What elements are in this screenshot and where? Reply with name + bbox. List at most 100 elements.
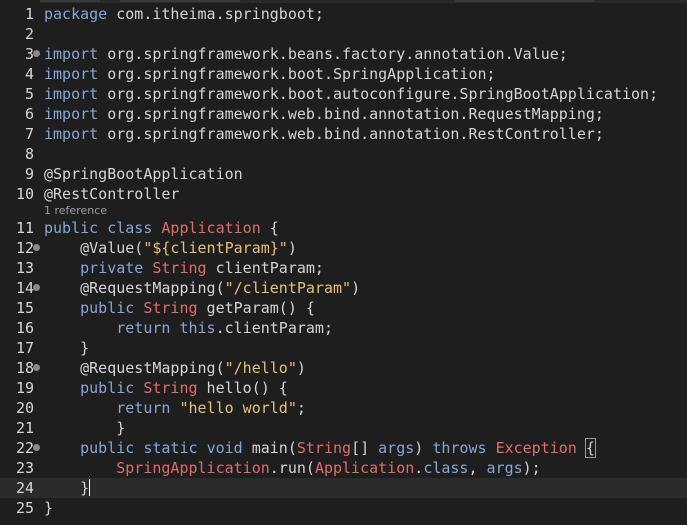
code-line-text: package com.itheima.springboot;: [44, 4, 324, 24]
code-token-plain: .clientParam;: [215, 319, 333, 337]
code-token-plain: {: [260, 219, 279, 237]
code-token-str: "/clientParam": [224, 279, 352, 297]
line-number: 22: [15, 439, 34, 457]
line-number: 2: [24, 25, 34, 43]
code-lens-reference-count[interactable]: 1 reference: [44, 204, 107, 218]
code-line-row[interactable]: [0, 338, 687, 358]
fold-toggle-icon[interactable]: [33, 50, 40, 57]
code-line-text: }: [44, 498, 53, 518]
code-line-text: }: [44, 418, 125, 438]
code-token-str: "${clientParam}": [143, 239, 288, 257]
code-token-plain: getParam() {: [197, 299, 315, 317]
code-line-text: private String clientParam;: [44, 258, 324, 278]
line-number: 18: [15, 359, 34, 377]
fold-toggle-icon[interactable]: [33, 244, 40, 251]
code-token-plain: org.springframework.boot.autoconfigure.S…: [98, 85, 659, 103]
code-token-plain: ): [296, 359, 306, 377]
line-number: 5: [24, 85, 34, 103]
line-number: 25: [15, 499, 34, 517]
current-line-highlight[interactable]: [0, 478, 687, 498]
code-token-str: "hello world": [179, 399, 297, 417]
code-line-text: }: [44, 478, 91, 498]
code-token-ty: String: [296, 439, 352, 457]
code-token-kw: public: [80, 379, 135, 397]
code-token-kw: import: [44, 125, 99, 143]
code-token-plain: }: [44, 499, 54, 517]
code-token-plain: ;: [296, 399, 306, 417]
code-token-kw: public: [80, 299, 135, 317]
code-token-ty: String: [143, 379, 198, 397]
code-token-plain: com.itheima.springboot;: [107, 5, 324, 23]
line-number: 13: [15, 259, 34, 277]
code-editor[interactable]: 1 package com.itheima.springboot; 2 3 import…: [0, 0, 687, 525]
code-token-kw: package: [44, 5, 108, 23]
text-cursor: [89, 479, 91, 496]
code-token-plain: hello() {: [197, 379, 288, 397]
fold-toggle-icon[interactable]: [33, 364, 40, 371]
code-token-plain: ,: [468, 459, 487, 477]
code-token-plain: ): [287, 239, 297, 257]
code-token-kw: args: [378, 439, 415, 457]
line-number: 19: [15, 379, 34, 397]
line-number: 4: [24, 65, 34, 83]
line-number: 9: [24, 165, 34, 183]
code-line-text: public String getParam() {: [44, 298, 315, 318]
code-token-str: "/hello": [224, 359, 297, 377]
code-line-row[interactable]: [0, 498, 687, 518]
code-line-text: SpringApplication.run(Application.class,…: [44, 458, 541, 478]
code-line-text: return "hello world";: [44, 398, 306, 418]
code-line-text: import org.springframework.beans.factory…: [44, 44, 568, 64]
code-token-plain: }: [44, 339, 90, 357]
code-line-row[interactable]: [0, 24, 687, 44]
code-token-ann: @SpringBootApplication: [44, 165, 243, 183]
line-number: 11: [15, 219, 34, 237]
code-line-text: return this.clientParam;: [44, 318, 333, 338]
line-number: 20: [15, 399, 34, 417]
line-number: 23: [15, 459, 34, 477]
code-line-text: }: [44, 338, 89, 358]
code-token-plain: org.springframework.web.bind.annotation.…: [98, 125, 604, 143]
code-token-plain: org.springframework.boot.SpringApplicati…: [98, 65, 496, 83]
code-token-ty: Application: [314, 459, 415, 477]
code-token-kw: private: [80, 259, 144, 277]
code-token-plain: org.springframework.beans.factory.annota…: [98, 45, 568, 63]
code-token-plain: .run(: [269, 459, 315, 477]
line-number: 3: [24, 45, 34, 63]
code-line-row[interactable]: [0, 144, 687, 164]
code-token-kw: static: [143, 439, 198, 457]
code-line-text: import org.springframework.web.bind.anno…: [44, 104, 604, 124]
code-token-kw: args: [486, 459, 523, 477]
code-token-ty: SpringApplication: [116, 459, 270, 477]
line-number: 24: [15, 479, 34, 497]
code-token-plain: @Value(: [44, 239, 144, 257]
code-line-text: @Value("${clientParam}"): [44, 238, 297, 258]
code-token-plain: );: [522, 459, 541, 477]
fold-toggle-icon[interactable]: [33, 444, 40, 451]
line-number: 7: [24, 125, 34, 143]
line-number: 1: [24, 5, 34, 23]
code-token-plain: }: [44, 419, 126, 437]
code-token-kw: class: [423, 459, 469, 477]
code-token-ty: Exception: [495, 439, 577, 457]
code-token-plain: []: [351, 439, 379, 457]
code-token-plain: @RequestMapping(: [44, 359, 225, 377]
code-line-text: public class Application {: [44, 218, 279, 238]
code-token-kw: throws: [432, 439, 487, 457]
code-token-kw: public: [80, 439, 135, 457]
fold-toggle-icon[interactable]: [33, 284, 40, 291]
code-line-text: public String hello() {: [44, 378, 288, 398]
code-line-text: import org.springframework.web.bind.anno…: [44, 124, 604, 144]
code-line-text: @RequestMapping("/clientParam"): [44, 278, 360, 298]
code-line-text: import org.springframework.boot.SpringAp…: [44, 64, 496, 84]
line-number: 16: [15, 319, 34, 337]
